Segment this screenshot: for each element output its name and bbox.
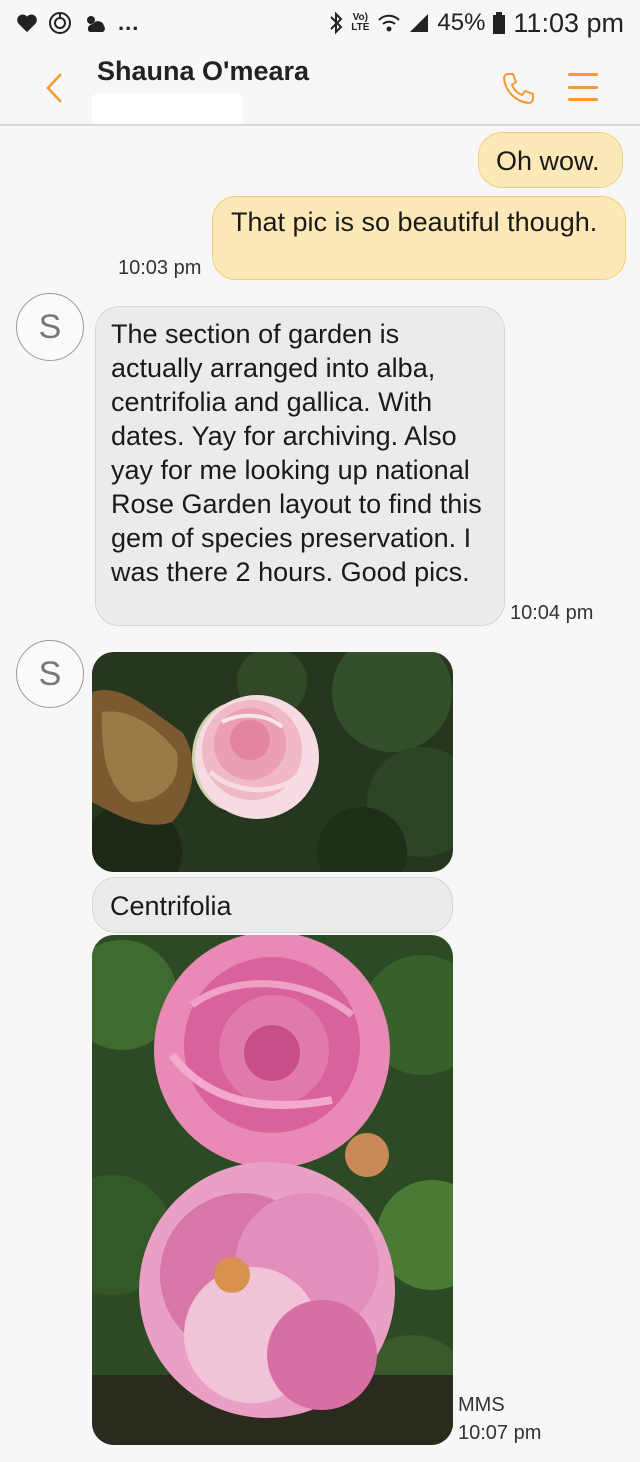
message-timestamp: 10:07 pm — [458, 1422, 542, 1444]
message-type-label: MMS — [458, 1394, 505, 1416]
more-notifications: ... — [118, 10, 140, 35]
lte-label: LTE — [351, 22, 370, 33]
weather-icon — [82, 12, 108, 34]
back-button[interactable] — [38, 68, 70, 108]
battery-icon — [493, 12, 506, 34]
contact-number-redacted — [92, 94, 242, 124]
conversation-header: Shauna O'meara — [0, 46, 640, 126]
avatar-letter: S — [38, 654, 62, 693]
sync-icon — [48, 11, 72, 35]
received-message[interactable]: The section of garden is actually arrang… — [95, 306, 505, 626]
volte-icon: Vo) LTE — [351, 13, 369, 33]
back-icon — [46, 73, 62, 103]
message-timestamp: 10:03 pm — [118, 257, 202, 279]
bluetooth-icon — [329, 11, 343, 35]
message-text: The section of garden is actually arrang… — [111, 319, 482, 587]
phone-icon — [502, 73, 534, 105]
message-text: That pic is so beautiful though. — [231, 207, 598, 237]
call-button[interactable] — [498, 68, 538, 108]
image-caption[interactable]: Centrifolia — [92, 877, 453, 933]
avatar[interactable]: S — [16, 293, 84, 361]
rose-photo-2[interactable] — [92, 935, 453, 1445]
caption-text: Centrifolia — [110, 891, 232, 921]
clock: 11:03 pm — [513, 7, 624, 38]
message-timestamp: 10:04 pm — [510, 602, 594, 624]
sent-message[interactable]: That pic is so beautiful though. — [212, 196, 626, 280]
contact-name: Shauna O'meara — [97, 56, 310, 86]
status-bar: ... Vo) LTE 45% 11:03 pm — [0, 0, 640, 46]
heart-icon — [16, 13, 38, 33]
avatar-letter: S — [38, 307, 62, 346]
message-text: Oh wow. — [496, 146, 600, 176]
signal-icon — [409, 13, 429, 33]
menu-button[interactable] — [566, 70, 600, 104]
wifi-icon — [377, 12, 401, 34]
avatar[interactable]: S — [16, 640, 84, 708]
rose-photo-1[interactable] — [92, 652, 453, 872]
menu-icon — [568, 73, 598, 76]
battery-percent: 45% — [437, 9, 486, 36]
sent-message[interactable]: Oh wow. — [478, 132, 623, 188]
